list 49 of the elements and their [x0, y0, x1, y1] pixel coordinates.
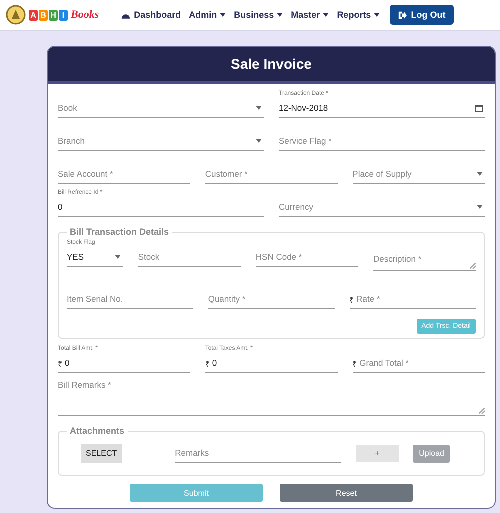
reset-button[interactable]: Reset	[280, 484, 413, 502]
panel-legend: Attachments	[67, 426, 128, 436]
dropdown-caret-icon	[476, 172, 483, 176]
caret-icon	[374, 13, 380, 17]
select-field[interactable]: Currency	[279, 189, 485, 217]
input-field[interactable]: Customer *	[205, 156, 338, 184]
nav-link[interactable]: Dashboard	[121, 10, 182, 20]
input-field[interactable]: Service Flag *	[279, 123, 485, 151]
dropdown-caret-icon	[256, 106, 262, 110]
dropdown-caret-icon	[256, 139, 262, 143]
logout-icon	[398, 10, 408, 20]
resize-grip-icon	[479, 408, 485, 414]
add-button[interactable]: +	[356, 445, 400, 462]
caret-icon	[323, 13, 330, 17]
input-field[interactable]: Quantity *	[208, 281, 335, 309]
select-field[interactable]: Book	[58, 90, 264, 118]
caret-icon	[220, 13, 226, 17]
input-field[interactable]: HSN Code *	[256, 239, 358, 271]
dropdown-caret-icon	[477, 205, 483, 209]
nav-link[interactable]: Master	[291, 10, 330, 20]
card-title: Sale Invoice	[231, 56, 312, 72]
logout-button[interactable]: Log Out	[390, 5, 454, 25]
logo-letter: A	[29, 10, 38, 20]
select-field[interactable]: Place of Supply	[352, 156, 485, 184]
resize-grip-icon	[470, 263, 476, 269]
dropdown-caret-icon	[115, 255, 122, 259]
select-file-button[interactable]: SELECT	[81, 444, 122, 463]
logo-emblem-icon	[6, 5, 26, 25]
input-field[interactable]: ₹ Grand Total *	[352, 345, 485, 373]
nav-link[interactable]: Admin	[189, 10, 226, 20]
calendar-icon	[475, 104, 483, 112]
input-field[interactable]: Remarks	[175, 444, 342, 463]
caret-icon	[277, 13, 284, 17]
submit-button[interactable]: Submit	[130, 484, 263, 502]
select-field[interactable]: Branch	[58, 123, 264, 151]
text-area[interactable]: Bill Remarks *	[58, 378, 485, 416]
logo-script: Books	[71, 9, 100, 21]
nav-link[interactable]: Reports	[337, 10, 380, 20]
panel-legend: Bill Transaction Details	[67, 227, 172, 237]
logo-letter: H	[49, 10, 58, 20]
upload-button[interactable]: Upload	[413, 444, 450, 462]
input-field[interactable]: Item Serial No.	[67, 281, 194, 309]
input-field[interactable]: Sale Account *	[58, 156, 190, 184]
nav-link[interactable]: Business	[234, 10, 284, 20]
input-field[interactable]: ₹ Rate *	[350, 281, 476, 309]
input-field[interactable]: Stock	[138, 239, 241, 271]
text-area[interactable]: Description *	[373, 239, 476, 271]
logo-letter: I	[59, 10, 68, 20]
logo-letter: B	[39, 10, 48, 20]
